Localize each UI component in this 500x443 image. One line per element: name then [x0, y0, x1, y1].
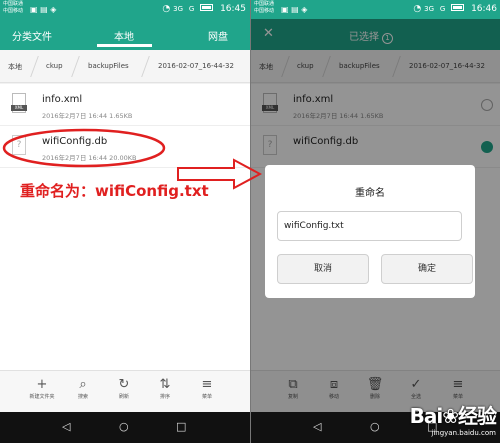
modal-overlay: 重命名 取消 确定 — [251, 19, 500, 412]
file-list: XML info.xml 2016年2月7日 16:44 1.65KB ? wi… — [0, 84, 250, 370]
search-button[interactable]: ⌕ 搜索 — [63, 377, 103, 402]
refresh-button[interactable]: ↻ 刷新 — [104, 377, 144, 402]
tab-local[interactable]: 本地 — [114, 28, 134, 43]
battery-icon — [200, 4, 214, 11]
home-icon[interactable]: ○ — [119, 420, 129, 433]
status-bar: 中国联通 中国移动 ▣ ▤ ◈ ◔ 3G G 16:45 — [0, 0, 250, 19]
tab-category-files[interactable]: 分类文件 — [12, 28, 52, 43]
active-tab-indicator — [97, 44, 152, 47]
baidu-logo: Bai❀经验 — [409, 404, 497, 428]
tab-cloud[interactable]: 网盘 — [208, 28, 228, 43]
back-icon[interactable]: ◁ — [313, 420, 321, 433]
notification-icons: ▣ ▤ ◈ — [281, 5, 308, 14]
left-phone-screen: 中国联通 中国移动 ▣ ▤ ◈ ◔ 3G G 16:45 分类文件 本地 网盘 … — [0, 0, 250, 443]
recent-apps-icon[interactable]: □ — [176, 420, 186, 433]
rename-dialog: 重命名 取消 确定 — [265, 165, 475, 298]
network-type: 3G — [173, 5, 183, 13]
wifi-icon: ◔ — [162, 4, 171, 14]
rename-input[interactable] — [277, 211, 462, 241]
back-icon[interactable]: ◁ — [62, 420, 70, 433]
file-row-info-xml[interactable]: XML info.xml 2016年2月7日 16:44 1.65KB — [0, 84, 250, 126]
xml-file-icon: XML — [11, 93, 27, 113]
refresh-icon: ↻ — [118, 377, 130, 392]
watermark-url: jingyan.baidu.com — [431, 429, 496, 437]
file-name: info.xml — [42, 94, 83, 105]
carrier-labels: 中国联通 中国移动 — [254, 1, 275, 14]
breadcrumb-backupfiles[interactable]: backupFiles — [88, 62, 129, 70]
right-phone-screen: 中国联通 中国移动 ▣ ▤ ◈ ◔ 3G G 16:46 ✕ 已选择 1 本地 c… — [250, 0, 500, 443]
clock: 16:45 — [220, 4, 246, 14]
breadcrumb-ckup[interactable]: ckup — [46, 62, 63, 70]
menu-icon: ≡ — [201, 377, 213, 392]
sort-icon: ⇅ — [159, 377, 171, 392]
network-type: 3G — [424, 5, 434, 13]
breadcrumb-timestamp[interactable]: 2016-02-07_16-44-32 — [158, 62, 234, 70]
search-icon: ⌕ — [79, 377, 87, 392]
new-folder-button[interactable]: + 新建文件夹 — [22, 377, 62, 402]
signal-icon: G — [188, 5, 195, 13]
cancel-button[interactable]: 取消 — [277, 254, 369, 284]
bottom-toolbar: + 新建文件夹 ⌕ 搜索 ↻ 刷新 ⇅ 排序 ≡ 菜单 — [0, 370, 250, 412]
status-bar: 中国联通 中国移动 ▣ ▤ ◈ ◔ 3G G 16:46 — [251, 0, 500, 19]
dialog-title: 重命名 — [355, 188, 385, 199]
sort-button[interactable]: ⇅ 排序 — [145, 377, 185, 402]
plus-icon: + — [36, 377, 48, 392]
menu-button[interactable]: ≡ 菜单 — [187, 377, 227, 402]
nav-bar: ◁ ○ □ — [0, 412, 250, 443]
confirm-button[interactable]: 确定 — [381, 254, 473, 284]
annotation-arrow — [177, 158, 262, 190]
carrier-labels: 中国联通 中国移动 — [3, 1, 24, 14]
breadcrumb-local[interactable]: 本地 — [8, 62, 22, 72]
wifi-icon: ◔ — [413, 4, 422, 14]
breadcrumb: 本地 ckup backupFiles 2016-02-07_16-44-32 — [0, 50, 250, 83]
watermark: Bai❀经验 jingyan.baidu.com — [409, 400, 497, 437]
battery-icon — [451, 4, 465, 11]
clock: 16:46 — [471, 4, 497, 14]
file-meta: 2016年2月7日 16:44 1.65KB — [42, 112, 133, 120]
notification-icons: ▣ ▤ ◈ — [30, 5, 57, 14]
home-icon[interactable]: ○ — [370, 420, 380, 433]
annotation-ellipse — [2, 128, 166, 168]
signal-icon: G — [439, 5, 446, 13]
